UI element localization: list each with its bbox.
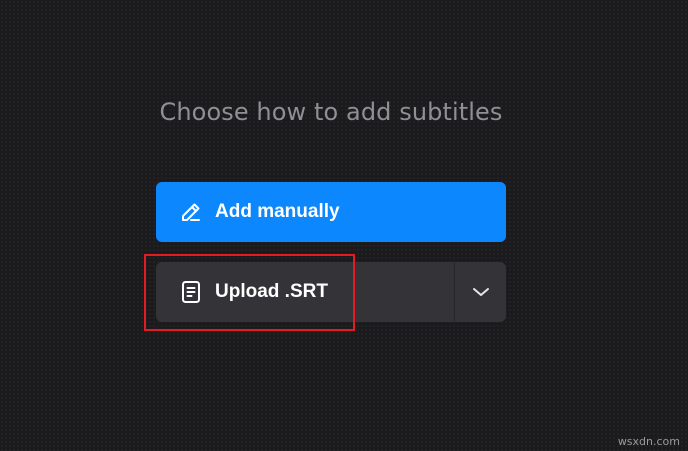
add-manually-label: Add manually: [215, 201, 340, 222]
chevron-down-icon: [472, 286, 490, 298]
watermark: wsxdn.com: [617, 435, 680, 448]
highlight-annotation-box: [144, 254, 355, 331]
pencil-icon: [179, 200, 203, 224]
upload-options-dropdown-button[interactable]: [455, 262, 506, 322]
page-title: Choose how to add subtitles: [159, 98, 503, 126]
add-manually-button[interactable]: Add manually: [156, 182, 506, 242]
